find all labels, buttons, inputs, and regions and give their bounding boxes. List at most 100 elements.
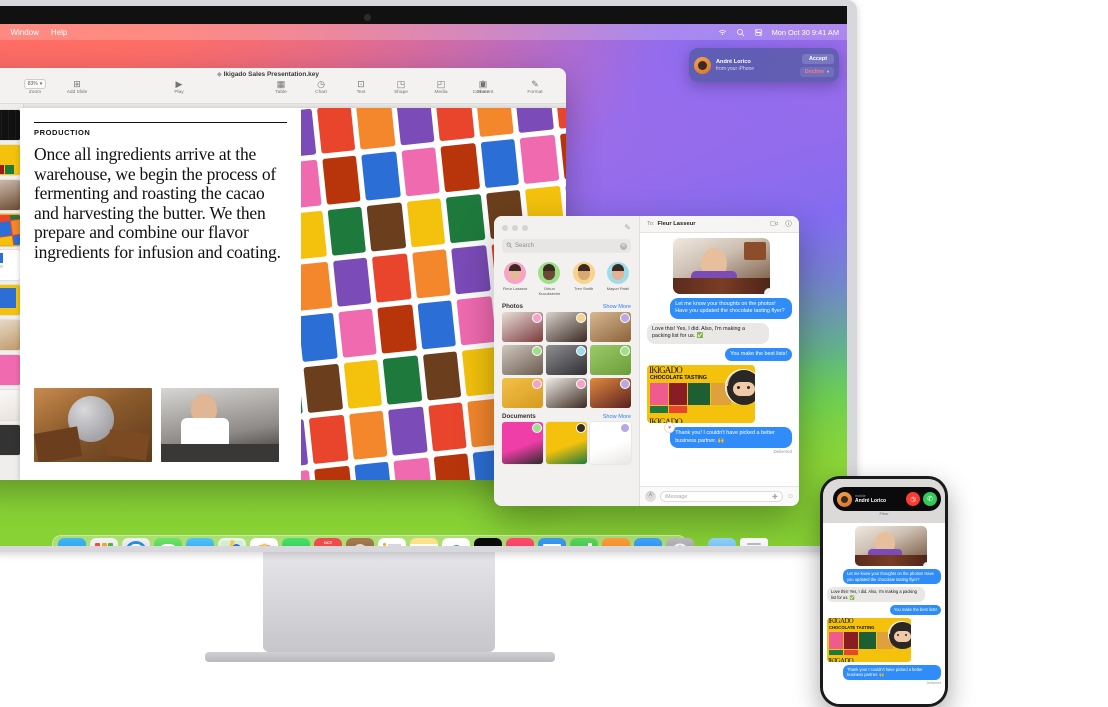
dock-icon-contacts[interactable] <box>346 538 374 546</box>
avatar[interactable] <box>538 262 561 284</box>
maximize-button[interactable] <box>522 224 528 231</box>
flyer-attachment[interactable]: IKIGADO CHOCOLATE TASTING IKIGADO <box>827 617 911 662</box>
dock-icon-systemsettings[interactable] <box>666 538 694 546</box>
close-button[interactable] <box>502 224 508 231</box>
dock-icon-messages[interactable] <box>154 538 182 546</box>
media-button[interactable]: ◰ Media <box>428 79 454 95</box>
incoming-call-banner[interactable]: mobile André Lorico ✆ ✆ <box>833 487 941 511</box>
messages-sidebar[interactable]: ✎ Search ✕ Fleur Lasseur Orkun Kucuksevim… <box>494 216 640 506</box>
play-button[interactable]: ▶ Play <box>166 79 192 95</box>
message-bubble-incoming[interactable]: Love this! Yes, I did. Also, I'm making … <box>827 587 926 603</box>
format-button[interactable]: ✎ Format <box>522 79 548 95</box>
table-button[interactable]: ▦ Table <box>268 79 294 95</box>
keynote-toolbar[interactable]: ◈Ikigado Sales Presentation.key ▭ View 8… <box>0 68 566 104</box>
slide-thumbnail[interactable] <box>0 250 20 280</box>
wifi-icon[interactable] <box>718 28 727 37</box>
message-composer[interactable]: Ⓐ iMessage ✚ ☺ <box>640 486 799 506</box>
decline-call-button[interactable]: Decline ▾ <box>799 66 834 77</box>
keynote-window[interactable]: ◈Ikigado Sales Presentation.key ▭ View 8… <box>0 68 566 480</box>
message-bubble-outgoing[interactable]: Let me know your thoughts on the photos!… <box>842 569 941 585</box>
shared-photo[interactable] <box>590 345 631 375</box>
slide-thumbnail[interactable] <box>0 180 20 210</box>
accept-call-button[interactable]: ✆ <box>923 492 937 506</box>
dock-icon-mail[interactable] <box>186 538 214 546</box>
message-bubble-outgoing[interactable]: You make the best lists! <box>725 347 792 362</box>
current-slide[interactable]: PRODUCTION Once all ingredients arrive a… <box>20 108 566 480</box>
shared-photo[interactable] <box>502 345 543 375</box>
avatar[interactable] <box>606 262 629 284</box>
animate-button[interactable]: ◯ Animate <box>562 79 566 95</box>
zoom-pill[interactable]: 83% ▾ <box>23 79 47 89</box>
messages-window[interactable]: ✎ Search ✕ Fleur Lasseur Orkun Kucuksevim… <box>494 216 799 506</box>
facetime-call-notification[interactable]: André Lorico from your iPhone Accept Dec… <box>689 48 839 82</box>
tapback-heart-icon[interactable]: ♥ <box>923 562 927 566</box>
menu-bar-status[interactable]: Mon Oct 30 9:41 AM <box>718 28 847 37</box>
shared-photo[interactable] <box>546 312 587 342</box>
flyer-attachment[interactable]: IKIGADO CHOCOLATE TASTING IKIGADO <box>647 365 755 424</box>
shape-button[interactable]: ◳ Shape <box>388 79 414 95</box>
shared-photo-message[interactable]: ♥ <box>855 526 927 566</box>
dock-icon-numbers[interactable] <box>570 538 598 546</box>
slide-thumbnail[interactable]: ADO COMPANY <box>0 110 20 140</box>
shared-photo[interactable] <box>546 378 587 408</box>
shared-photos-grid[interactable] <box>494 312 639 408</box>
search-icon[interactable] <box>736 28 745 37</box>
control-center-icon[interactable] <box>754 28 763 37</box>
menu-item-window[interactable]: Window <box>10 28 38 37</box>
compose-message-icon[interactable]: ✎ <box>624 223 631 232</box>
facetime-video-icon[interactable] <box>770 220 778 229</box>
menu-bar-left[interactable]: o Window Help <box>0 28 67 37</box>
dock-icon-notes[interactable] <box>410 538 438 546</box>
shared-document[interactable] <box>590 422 631 464</box>
add-slide-button[interactable]: ⊞ Add Slide <box>64 79 90 95</box>
slide-thumbnail[interactable] <box>0 355 20 385</box>
message-list[interactable]: ♥ Let me know your thoughts on the photo… <box>640 233 799 486</box>
emoji-icon[interactable]: ☺ <box>787 493 794 500</box>
dock-icon-safari[interactable] <box>122 538 150 546</box>
call-actions[interactable]: Accept Decline ▾ <box>799 53 834 77</box>
tapback-heart-icon[interactable]: ♥ <box>664 422 676 434</box>
message-bubble-outgoing[interactable]: Thank you! I couldn't have picked a bett… <box>842 664 941 680</box>
audio-icon[interactable]: ✚ <box>772 493 778 501</box>
message-input[interactable]: iMessage ✚ <box>660 491 783 502</box>
zoom-control[interactable]: 83% ▾ Zoom <box>20 79 50 95</box>
clear-search-icon[interactable]: ✕ <box>620 242 627 250</box>
dock-icon-reminders[interactable] <box>378 538 406 546</box>
menu-bar-clock[interactable]: Mon Oct 30 9:41 AM <box>772 28 839 37</box>
minimize-button[interactable] <box>512 224 518 231</box>
dock-icon-facetime[interactable] <box>282 538 310 546</box>
keynote-toolbar-insert[interactable]: ▦ Table ◷ Chart ⊡ Text ◳ Shape ◰ Media ▣… <box>268 79 498 95</box>
dock-icon-freeform[interactable] <box>442 538 470 546</box>
shared-photo-message[interactable]: ♥ <box>673 238 770 294</box>
recipient-name[interactable]: Fleur Lasseur <box>657 221 695 227</box>
iphone-screen[interactable]: mobile André Lorico ✆ ✆ Fleur ♥ Let me k… <box>823 479 945 704</box>
shared-photo[interactable] <box>502 312 543 342</box>
chart-button[interactable]: ◷ Chart <box>308 79 334 95</box>
dock-icon-finder[interactable]: ☺ <box>58 538 86 546</box>
message-bubble-outgoing[interactable]: You make the best lists! <box>889 605 941 615</box>
tapback-heart-icon[interactable]: ♥ <box>764 288 770 294</box>
dock-icon-appstore[interactable]: ▲ <box>634 538 662 546</box>
dock-icon-maps[interactable] <box>218 538 246 546</box>
avatar[interactable] <box>572 262 595 284</box>
menu-item-help[interactable]: Help <box>51 28 67 37</box>
dock-icon-trash[interactable] <box>740 538 768 546</box>
keynote-toolbar-right[interactable]: ✎ Format ◯ Animate ▤ Document <box>522 79 566 95</box>
dock-icon-launchpad[interactable] <box>90 538 118 546</box>
dock-icon-photos[interactable] <box>250 538 278 546</box>
contact-item[interactable]: Mayuri Patel <box>602 262 633 296</box>
dock-icon-music[interactable]: ♫ <box>506 538 534 546</box>
shared-photo[interactable] <box>590 312 631 342</box>
dock-icon-keynote[interactable] <box>538 538 566 546</box>
dock-icon-calendar[interactable]: OCT30 <box>314 538 342 546</box>
contact-item[interactable]: Trev Smith <box>568 262 599 296</box>
shared-photo[interactable] <box>502 378 543 408</box>
shared-document[interactable] <box>502 422 543 464</box>
shared-document[interactable] <box>546 422 587 464</box>
slide-thumbnail-selected[interactable] <box>0 215 20 245</box>
message-bubble-outgoing[interactable]: Let me know your thoughts on the photos!… <box>670 298 792 319</box>
slide-thumbnail[interactable]: mpany sellsn premiumd Japanese <box>0 145 20 175</box>
dock-icon-appletv[interactable]: tv <box>474 538 502 546</box>
view-button[interactable]: ▭ View <box>0 79 6 95</box>
decline-call-button[interactable]: ✆ <box>903 489 923 509</box>
